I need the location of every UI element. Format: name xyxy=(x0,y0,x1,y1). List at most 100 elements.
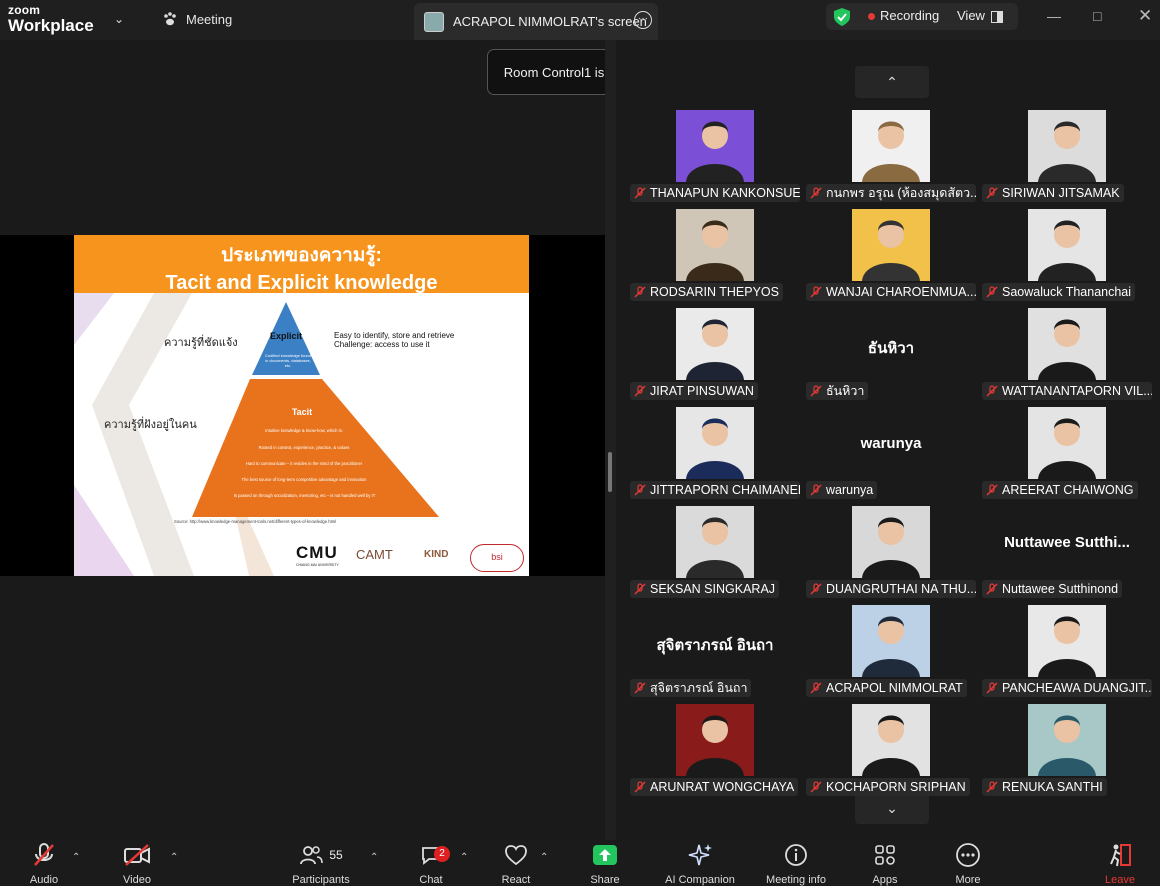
mic-off-icon xyxy=(634,484,646,496)
leave-button[interactable]: Leave xyxy=(1100,840,1140,886)
leave-icon xyxy=(1110,844,1131,867)
participant-video xyxy=(676,407,754,479)
participant-name: สุจิตราภรณ์ อินถา xyxy=(650,681,748,695)
participant-tile[interactable]: กนกพร อรุณ (ห้องสมุดสัตว... xyxy=(806,110,976,202)
audio-button[interactable]: Audio xyxy=(20,840,68,886)
top-bar: zoom Workplace ⌄ Meeting ACRAPOL NIMMOLR… xyxy=(0,0,1160,40)
participant-tile[interactable]: Saowaluck Thananchai xyxy=(982,209,1152,301)
participant-tile[interactable]: DUANGRUTHAI NA THU... xyxy=(806,506,976,598)
more-label: More xyxy=(955,874,981,886)
cmu-logo-sub: CHIANG MAI UNIVERSITY xyxy=(296,563,339,567)
recording-label: Recording xyxy=(880,8,940,23)
tacit-line-2: Rooted in context, experience, practice,… xyxy=(258,445,350,450)
apps-label: Apps xyxy=(872,874,898,886)
more-button[interactable]: More xyxy=(950,840,986,886)
scroll-up-button[interactable]: ⌃ xyxy=(855,66,929,98)
participant-tile[interactable]: WATTANANTAPORN VIL... xyxy=(982,308,1152,400)
mic-off-icon xyxy=(810,385,822,397)
participant-tile[interactable]: SEKSAN SINGKARAJ xyxy=(630,506,800,598)
record-dot-icon xyxy=(868,13,875,20)
participant-tile[interactable]: RODSARIN THEPYOS xyxy=(630,209,800,301)
react-button[interactable]: React xyxy=(498,840,534,886)
video-options-caret[interactable]: ⌃ xyxy=(170,852,178,863)
participant-tile[interactable]: SIRIWAN JITSAMAK xyxy=(982,110,1152,202)
participant-tile[interactable]: KOCHAPORN SRIPHAN xyxy=(806,704,976,796)
participant-video xyxy=(1028,407,1106,479)
sparkle-icon xyxy=(688,844,712,866)
explicit-thai-label: ความรู้ที่ชัดแจ้ง xyxy=(164,337,238,349)
audio-label: Audio xyxy=(29,874,59,886)
mic-off-icon xyxy=(634,583,646,595)
more-icon xyxy=(956,843,980,867)
split-divider xyxy=(605,40,616,840)
participant-tile[interactable]: RENUKA SANTHI xyxy=(982,704,1152,796)
participant-tile[interactable]: WANJAI CHAROENMUA... xyxy=(806,209,976,301)
react-label: React xyxy=(501,874,531,886)
participant-tile[interactable]: ACRAPOL NIMMOLRAT xyxy=(806,605,976,697)
meeting-info-button[interactable]: Meeting info xyxy=(760,840,832,886)
participant-name: THANAPUN KANKONSUE xyxy=(650,186,800,200)
participant-name-label: ธันหิวา xyxy=(806,382,869,400)
drag-handle[interactable] xyxy=(608,452,612,492)
chat-badge: 2 xyxy=(434,846,450,862)
audio-options-caret[interactable]: ⌃ xyxy=(72,852,80,863)
more-icon[interactable]: ··· xyxy=(634,11,652,29)
participant-tile[interactable]: warunya warunya xyxy=(806,407,976,499)
minimize-icon[interactable]: — xyxy=(1047,8,1061,24)
participants-options-caret[interactable]: ⌃ xyxy=(370,852,378,863)
share-button[interactable]: Share xyxy=(586,840,624,886)
react-options-caret[interactable]: ⌃ xyxy=(540,852,548,863)
participant-video xyxy=(1028,209,1106,281)
participant-name-label: THANAPUN KANKONSUE xyxy=(630,184,800,202)
scroll-down-button[interactable]: ⌄ xyxy=(855,792,929,824)
kind-logo: KIND xyxy=(424,549,449,560)
meeting-tab[interactable]: Meeting xyxy=(162,11,232,27)
view-button[interactable]: View xyxy=(957,8,985,23)
share-icon xyxy=(593,845,617,865)
maximize-icon[interactable]: □ xyxy=(1093,8,1101,24)
participant-name: ACRAPOL NIMMOLRAT xyxy=(826,681,963,695)
participant-name: ARUNRAT WONGCHAYA xyxy=(650,780,795,794)
participant-name: SEKSAN SINGKARAJ xyxy=(650,582,776,596)
participant-tile[interactable]: THANAPUN KANKONSUE xyxy=(630,110,800,202)
participant-tile[interactable]: AREERAT CHAIWONG xyxy=(982,407,1152,499)
logo-line1: zoom xyxy=(8,3,41,17)
bsi-logo: bsi xyxy=(470,544,524,572)
participant-video xyxy=(676,110,754,182)
participant-tile[interactable]: ARUNRAT WONGCHAYA xyxy=(630,704,800,796)
participant-tile[interactable]: สุจิตราภรณ์ อินถา สุจิตราภรณ์ อินถา xyxy=(630,605,800,697)
zoom-logo: zoom Workplace xyxy=(8,4,94,34)
tacit-line-3: Hard to communicate – it resides in the … xyxy=(245,461,363,466)
participant-tile[interactable]: PANCHEAWA DUANGJIT... xyxy=(982,605,1152,697)
participant-tile[interactable]: JIRAT PINSUWAN xyxy=(630,308,800,400)
mic-off-icon xyxy=(34,843,54,866)
mic-off-icon xyxy=(986,583,998,595)
apps-button[interactable]: Apps xyxy=(866,840,904,886)
mic-off-icon xyxy=(810,187,822,199)
participant-name: KOCHAPORN SRIPHAN xyxy=(826,780,966,794)
screen-share-tab[interactable]: ACRAPOL NIMMOLRAT's screen ··· xyxy=(414,3,658,40)
participant-tile[interactable]: Nuttawee Sutthi... Nuttawee Sutthinond xyxy=(982,506,1152,598)
participant-video xyxy=(676,506,754,578)
participant-tile[interactable]: JITTRAPORN CHAIMANEE xyxy=(630,407,800,499)
participant-name-label: KOCHAPORN SRIPHAN xyxy=(806,778,970,796)
chevron-down-icon[interactable]: ⌄ xyxy=(114,12,124,26)
tacit-thai-label: ความรู้ที่ฝังอยู่ในคน xyxy=(104,419,197,431)
participants-button[interactable]: 55 Participants xyxy=(285,840,357,886)
participant-name: DUANGRUTHAI NA THU... xyxy=(826,582,976,596)
mic-off-icon xyxy=(634,781,646,793)
chat-options-caret[interactable]: ⌃ xyxy=(460,852,468,863)
video-label: Video xyxy=(123,874,151,886)
participant-video xyxy=(852,704,930,776)
tacit-line-5: Is passed on through socialization, ment… xyxy=(233,493,376,498)
view-layout-icon[interactable] xyxy=(991,11,1003,23)
ai-companion-button[interactable]: AI Companion xyxy=(658,840,742,886)
participant-name: PANCHEAWA DUANGJIT... xyxy=(1002,681,1152,695)
video-button[interactable]: Video xyxy=(114,840,160,886)
participant-name: Nuttawee Sutthinond xyxy=(1002,582,1119,596)
participant-tile[interactable]: ธันหิวา ธันหิวา xyxy=(806,308,976,400)
close-icon[interactable]: ✕ xyxy=(1138,6,1152,26)
participant-name-label: ACRAPOL NIMMOLRAT xyxy=(806,679,967,697)
heart-icon xyxy=(505,845,527,866)
recording-status: Recording View xyxy=(826,3,1018,30)
